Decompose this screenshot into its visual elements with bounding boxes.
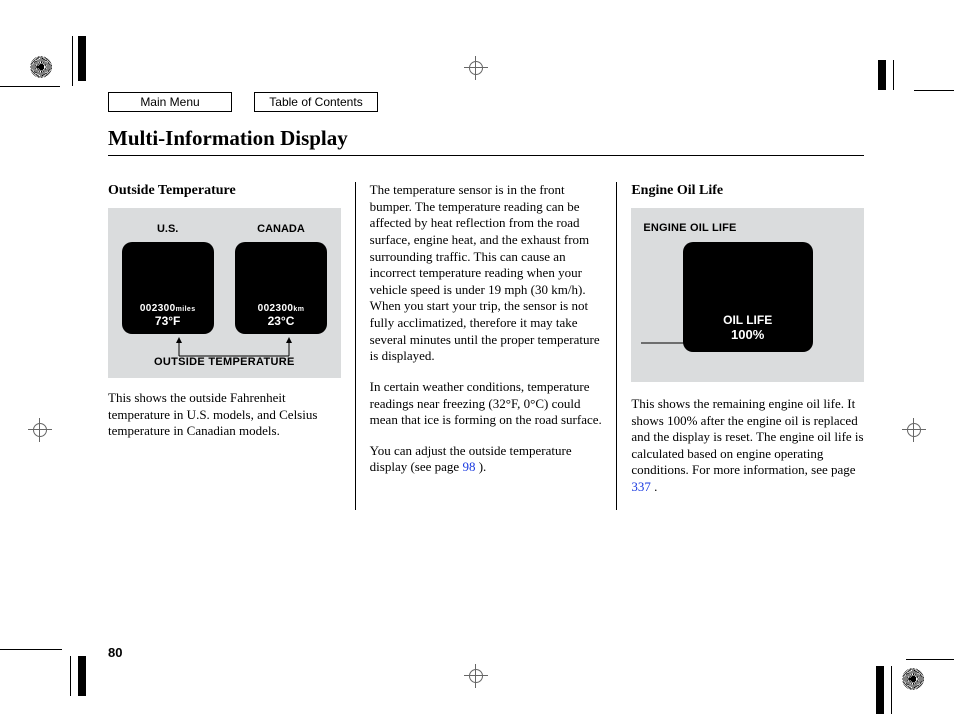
body-text: This shows the remaining engine oil life… bbox=[631, 396, 864, 496]
page-content: Main Menu Table of Contents Multi-Inform… bbox=[108, 92, 864, 660]
display-screen-oil: OIL LIFE 100% bbox=[683, 242, 813, 352]
body-text: You can adjust the outside temperature d… bbox=[370, 443, 603, 476]
figure-label-ca: CANADA bbox=[235, 222, 327, 236]
registration-mark-icon bbox=[30, 56, 52, 78]
temp-reading-ca: 23°C bbox=[268, 314, 295, 328]
figure-outside-temperature: U.S. 002300miles 73°F CANADA bbox=[108, 208, 341, 378]
display-screen-ca: 002300km 23°C bbox=[235, 242, 327, 334]
body-text: In certain weather conditions, temperatu… bbox=[370, 379, 603, 429]
odometer-unit-us: miles bbox=[176, 306, 196, 313]
crosshair-icon bbox=[466, 666, 486, 686]
odometer-unit-ca: km bbox=[293, 306, 304, 313]
temp-reading-us: 73°F bbox=[155, 314, 180, 328]
oil-life-value: 100% bbox=[731, 327, 764, 342]
toc-link[interactable]: Table of Contents bbox=[254, 92, 378, 112]
odometer-us: 002300 bbox=[140, 303, 176, 314]
header-nav: Main Menu Table of Contents bbox=[108, 92, 864, 112]
section-heading-oil-life: Engine Oil Life bbox=[631, 182, 864, 200]
page-number: 80 bbox=[108, 645, 122, 660]
page-ref-link[interactable]: 98 bbox=[462, 459, 475, 474]
page-title: Multi-Information Display bbox=[108, 126, 864, 156]
figure-title: ENGINE OIL LIFE bbox=[643, 222, 852, 234]
column-3: Engine Oil Life ENGINE OIL LIFE OIL LIFE… bbox=[617, 182, 864, 510]
crosshair-icon bbox=[30, 420, 50, 440]
section-heading-outside-temp: Outside Temperature bbox=[108, 182, 341, 200]
odometer-ca: 002300 bbox=[258, 303, 294, 314]
registration-mark-icon bbox=[902, 668, 924, 690]
column-2: The temperature sensor is in the front b… bbox=[356, 182, 618, 510]
columns: Outside Temperature U.S. 002300miles 73°… bbox=[108, 182, 864, 510]
display-screen-us: 002300miles 73°F bbox=[122, 242, 214, 334]
body-text: The temperature sensor is in the front b… bbox=[370, 182, 603, 365]
column-1: Outside Temperature U.S. 002300miles 73°… bbox=[108, 182, 356, 510]
manual-page-scan: Main Menu Table of Contents Multi-Inform… bbox=[0, 0, 954, 720]
figure-label-us: U.S. bbox=[122, 222, 214, 236]
crosshair-icon bbox=[466, 58, 486, 78]
page-ref-link[interactable]: 337 bbox=[631, 479, 651, 494]
oil-life-label: OIL LIFE bbox=[723, 313, 772, 327]
crosshair-icon bbox=[904, 420, 924, 440]
main-menu-link[interactable]: Main Menu bbox=[108, 92, 232, 112]
callout-arrow-icon bbox=[641, 336, 701, 355]
body-text: This shows the outside Fahrenheit temper… bbox=[108, 390, 341, 440]
figure-engine-oil-life: ENGINE OIL LIFE OIL LIFE 100% bbox=[631, 208, 864, 382]
